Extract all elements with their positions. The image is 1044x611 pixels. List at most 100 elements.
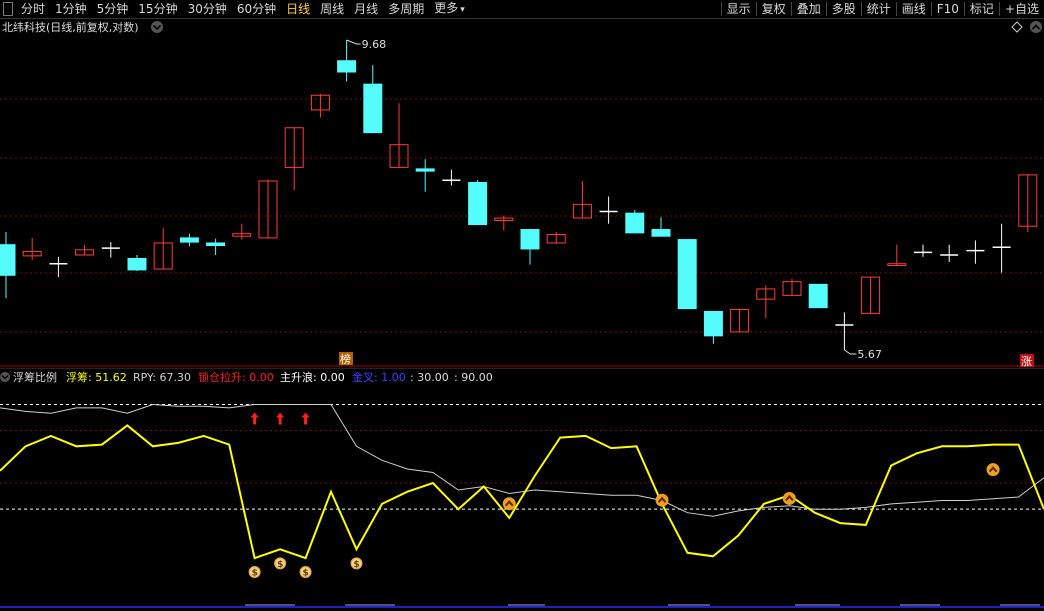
tool-button-8[interactable]: +自选 [1000,0,1044,18]
period-tabs: 分时 1分钟 5分钟 15分钟 30分钟 60分钟 日线 周线 月线 多周期 更多 ▾ [0,0,470,18]
tool-button-6[interactable]: F10 [932,0,964,18]
candle [992,223,1011,273]
indicator-chevron-icon[interactable] [0,372,10,382]
tool-button-2[interactable]: 叠加 [792,0,826,18]
zhang-badge[interactable]: 涨 [1020,354,1034,368]
bang-badge[interactable]: 榜 [339,352,353,366]
cross-up-icon [502,497,516,511]
candle-body [363,83,383,134]
candle [75,244,95,256]
candle [677,239,697,310]
low-price-label: 5.67 [857,348,882,361]
tool-button-5[interactable]: 画线 [897,0,931,18]
tool-button-7[interactable]: 标记 [965,0,999,18]
period-toolbar: 分时 1分钟 5分钟 15分钟 30分钟 60分钟 日线 周线 月线 多周期 更多 ▾ 显示 复权 叠加多… [0,0,1044,19]
low-arrow-icon [844,349,857,355]
candle [730,309,750,333]
indicator-name: 浮筹比例 [13,370,57,384]
candle [782,278,802,296]
candle-body [677,239,697,310]
fuchou-label: 浮筹: 51.62 [66,370,127,384]
cross-up-icon [986,463,1000,477]
svg-text:$: $ [303,569,309,579]
candle [599,196,618,224]
period-tab-2[interactable]: 5分钟 [92,0,134,18]
candle [206,238,226,255]
period-tab-1[interactable]: 1分钟 [50,0,92,18]
candle [179,233,199,247]
candle [363,65,383,134]
diamond-icon[interactable] [1011,21,1023,33]
cross-up-icon [782,491,796,505]
candle [1018,174,1038,233]
rpy-line [0,403,1044,517]
candle [887,244,907,266]
title-chevron-icon[interactable] [151,21,163,33]
candle [835,312,854,350]
candle-body [179,237,199,243]
tool-button-4[interactable]: 统计 [862,0,896,18]
candle-body [468,181,488,226]
candle [940,244,959,262]
svg-text:榜: 榜 [340,352,351,366]
level-90-label: : 90.00 [454,371,493,384]
tool-button-0[interactable]: 显示 [722,0,756,18]
period-tab-10[interactable]: 更多 ▾ [429,0,470,19]
candle [101,242,120,258]
stock-title: 北纬科技(日线,前复权,对数) [2,20,139,34]
period-tab-7[interactable]: 周线 [315,0,349,18]
period-tab-8[interactable]: 月线 [349,0,383,18]
candle [625,209,645,234]
candle-body [206,242,226,247]
candle [572,180,592,219]
period-tab-4[interactable]: 30分钟 [183,0,232,18]
svg-text:$: $ [277,560,283,570]
candle [232,223,252,240]
more-caret-icon: ▾ [460,5,465,15]
tool-button-1[interactable]: 复权 [757,0,791,18]
candle [22,237,42,261]
candle [153,227,173,270]
candle-body [808,283,828,309]
chart-area[interactable]: $$$$ 北纬科技(日线,前复权,对数) 9.68 5.67 榜 涨 浮筹比例 … [0,19,1044,611]
period-tab-6[interactable]: 日线 [281,0,315,18]
candle [651,217,671,237]
money-bag-icon: $ [248,566,261,579]
candle [284,127,304,191]
candle [703,310,723,344]
period-tab-9[interactable]: 多周期 [383,0,429,18]
candle-body [651,229,671,237]
lock-arrow-icon [301,412,310,425]
wave-label: 主升浪: 0.00 [280,370,345,384]
candle-body [520,229,540,250]
svg-text:涨: 涨 [1021,355,1032,368]
candle-body [0,244,16,276]
candle [337,40,357,82]
svg-text:$: $ [252,569,258,579]
candle [914,244,932,257]
candle [310,93,330,118]
candle [546,232,566,244]
money-bag-icon: $ [299,566,312,579]
candle [966,240,985,264]
candle [127,254,147,271]
collapse-icon[interactable] [1030,21,1042,33]
tool-button-3[interactable]: 多股 [827,0,861,18]
candle-body [337,60,357,73]
period-tab-5[interactable]: 60分钟 [232,0,281,18]
candle [520,229,540,265]
tool-buttons: 显示 复权 叠加 多股 统计 画线 F10 标记 +自选 [720,0,1044,18]
candle [494,215,514,231]
rpy-label: RPY: 67.30 [133,371,191,384]
level-30-label: : 30.00 [410,371,449,384]
candle [415,159,435,192]
gold-label: 金叉: 1.00 [352,370,406,384]
period-tab-0[interactable]: 分时 [16,0,50,18]
panel-toggle-button[interactable] [3,2,13,16]
candle-body [415,168,435,172]
candle-body [625,212,645,234]
indicator-grid [0,403,1044,510]
candle-body [703,310,723,337]
candle [468,180,488,226]
period-tab-3[interactable]: 15分钟 [133,0,182,18]
